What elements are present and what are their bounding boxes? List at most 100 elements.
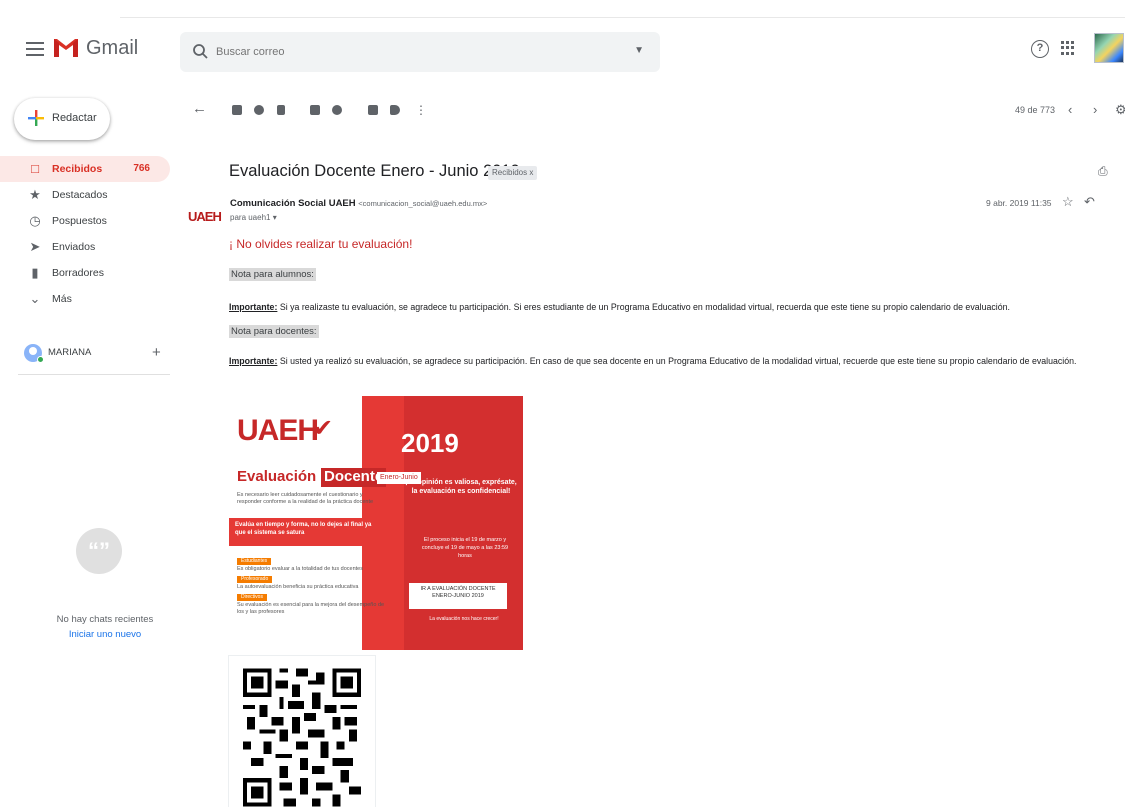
older-chevron-icon[interactable]: › bbox=[1093, 102, 1097, 117]
search-icon[interactable] bbox=[192, 43, 210, 61]
print-icon[interactable]: ⎙ bbox=[1098, 164, 1108, 179]
google-apps-icon[interactable] bbox=[1061, 41, 1075, 55]
chat-bubble-icon bbox=[76, 528, 122, 574]
pager-count: 49 de 773 bbox=[1015, 105, 1056, 115]
recipient-line[interactable]: para uaeh1 ▾ bbox=[230, 213, 277, 222]
account-avatar[interactable] bbox=[1094, 33, 1124, 63]
delete-icon[interactable] bbox=[274, 103, 288, 117]
no-chats-text: No hay chats recientes bbox=[56, 614, 154, 625]
online-status-icon bbox=[37, 356, 44, 363]
flyer-footer: La evaluación nos hace crecer! bbox=[429, 616, 499, 622]
teachers-header: Nota para docentes: bbox=[229, 325, 319, 338]
new-chat-plus-icon[interactable]: + bbox=[152, 344, 161, 361]
star-icon: ★ bbox=[29, 187, 41, 202]
students-header: Nota para alumnos: bbox=[229, 268, 316, 281]
qr-code-icon bbox=[243, 668, 361, 807]
sidebar-item-sent[interactable]: ➤ Enviados bbox=[0, 234, 170, 260]
flyer-tag-faculty: Profesorado bbox=[237, 576, 273, 583]
sidebar-item-more[interactable]: ⌄ Más bbox=[0, 286, 170, 312]
sidebar-item-starred[interactable]: ★ Destacados bbox=[0, 182, 170, 208]
unread-count: 766 bbox=[133, 163, 150, 174]
sidebar: Redactar □ Recibidos 766 ★ Destacados ◷ … bbox=[0, 98, 178, 807]
flyer-year: 2019 bbox=[401, 428, 459, 458]
message-view: ← ⋮ 49 de 773 ‹ › ⚙ Evaluación Docente E… bbox=[178, 98, 1125, 807]
app-name[interactable]: Gmail bbox=[86, 37, 138, 60]
report-spam-icon[interactable] bbox=[252, 103, 266, 117]
flyer-note-directors: Su evaluación es esencial para la mejora… bbox=[237, 602, 385, 615]
flyer-note-students: Es obligatorio evaluar a la totalidad de… bbox=[237, 566, 363, 572]
flyer-banner: Evalúa en tiempo y forma, no lo dejes al… bbox=[229, 518, 379, 546]
compose-label: Redactar bbox=[52, 112, 97, 124]
flyer-link-box: IR A EVALUACIÓN DOCENTE ENERO-JUNIO 2019 bbox=[409, 583, 507, 609]
folder-nav: □ Recibidos 766 ★ Destacados ◷ Pospuesto… bbox=[0, 156, 170, 312]
plus-icon bbox=[28, 110, 44, 126]
teachers-important: Importante: bbox=[229, 356, 278, 366]
reply-icon[interactable]: ↶ bbox=[1084, 194, 1095, 210]
flyer-note-faculty: La autoevaluación beneficia su práctica … bbox=[237, 584, 359, 590]
sender-line: Comunicación Social UAEH <comunicacion_s… bbox=[230, 198, 487, 209]
snooze-icon[interactable] bbox=[330, 103, 344, 117]
star-toggle-icon[interactable]: ☆ bbox=[1062, 194, 1074, 210]
search-bar[interactable]: ▼ bbox=[180, 32, 660, 72]
move-to-icon[interactable] bbox=[366, 103, 380, 117]
students-paragraph: Importante: Si ya realizaste tu evaluaci… bbox=[229, 302, 1010, 312]
sidebar-item-drafts[interactable]: ▮ Borradores bbox=[0, 260, 170, 286]
flyer-title-evaluacion: Evaluación bbox=[237, 468, 317, 485]
students-text: Si ya realizaste tu evaluación, se agrad… bbox=[277, 302, 1010, 312]
message-toolbar: ← ⋮ 49 de 773 ‹ › ⚙ bbox=[178, 98, 1125, 126]
sidebar-item-inbox[interactable]: □ Recibidos 766 bbox=[0, 156, 170, 182]
back-arrow-icon[interactable]: ← bbox=[192, 100, 207, 117]
newer-chevron-icon[interactable]: ‹ bbox=[1068, 102, 1072, 117]
students-important: Importante: bbox=[229, 302, 278, 312]
teachers-header-text: Nota para docentes: bbox=[229, 325, 319, 338]
sidebar-item-snoozed[interactable]: ◷ Pospuestos bbox=[0, 208, 170, 234]
message-date: 9 abr. 2019 11:35 bbox=[986, 198, 1052, 208]
sidebar-item-label: Pospuestos bbox=[52, 215, 107, 227]
mark-unread-icon[interactable] bbox=[308, 103, 322, 117]
more-options-icon[interactable]: ⋮ bbox=[414, 103, 428, 117]
flyer-dates: El proceso inicia el 19 de marzo y concl… bbox=[421, 537, 509, 559]
hamburger-menu-icon[interactable] bbox=[26, 42, 44, 56]
start-new-chat-link[interactable]: Iniciar uno nuevo bbox=[30, 629, 180, 640]
inbox-label-chip[interactable]: Recibidos x bbox=[488, 166, 538, 180]
sidebar-item-label: Enviados bbox=[52, 241, 96, 253]
label-icon[interactable] bbox=[388, 103, 402, 117]
qr-code-image[interactable] bbox=[229, 656, 375, 807]
gmail-window: Gmail ▼ ? Redactar □ bbox=[0, 0, 1125, 807]
help-icon[interactable]: ? bbox=[1031, 40, 1049, 58]
hangouts-user-name[interactable]: MARIANA bbox=[48, 347, 91, 358]
message-subject: Evaluación Docente Enero - Junio 2019 bbox=[229, 162, 520, 180]
flyer-tag-students: Estudiantes bbox=[237, 558, 272, 565]
flyer-quote: ¡Tu opinión es valiosa, exprésate, la ev… bbox=[405, 479, 517, 495]
draft-icon: ▮ bbox=[31, 265, 39, 280]
sender-avatar: UAEH bbox=[188, 209, 222, 224]
flyer-intro: Es necesario leer cuidadosamente el cues… bbox=[237, 492, 374, 505]
sender-name[interactable]: Comunicación Social UAEH bbox=[230, 198, 356, 209]
students-header-text: Nota para alumnos: bbox=[229, 268, 316, 281]
browser-edge bbox=[120, 0, 1125, 18]
gmail-logo-icon[interactable] bbox=[52, 33, 80, 61]
sender-email: <comunicacion_social@uaeh.edu.mx> bbox=[358, 199, 488, 208]
sidebar-item-label: Recibidos bbox=[52, 163, 103, 175]
teachers-text: Si usted ya realizó su evaluación, se ag… bbox=[277, 356, 1077, 366]
message-headline: ¡ No olvides realizar tu evaluación! bbox=[229, 237, 413, 251]
divider bbox=[18, 374, 170, 375]
search-options-icon[interactable]: ▼ bbox=[634, 45, 644, 56]
teachers-paragraph: Importante: Si usted ya realizó su evalu… bbox=[229, 356, 1076, 366]
check-seal-icon: ✔ bbox=[313, 415, 334, 442]
uaeh-logo: UAEH bbox=[237, 414, 319, 447]
evaluation-flyer-image[interactable]: UAEH ✔ 2019 Evaluación Docente Enero-Jun… bbox=[229, 396, 523, 650]
hangouts-user[interactable]: MARIANA + bbox=[24, 342, 174, 364]
compose-button[interactable]: Redactar bbox=[14, 98, 110, 140]
top-header: Gmail ▼ ? bbox=[0, 0, 1125, 98]
sidebar-item-label: Destacados bbox=[52, 189, 108, 201]
settings-gear-icon[interactable]: ⚙ bbox=[1115, 102, 1125, 118]
sidebar-item-label: Borradores bbox=[52, 267, 104, 279]
flyer-tag-directors: Directivos bbox=[237, 594, 267, 601]
clock-icon: ◷ bbox=[29, 213, 41, 228]
inbox-icon: □ bbox=[31, 161, 39, 176]
search-input[interactable] bbox=[216, 42, 596, 62]
recipient-text: para uaeh1 bbox=[230, 213, 271, 222]
archive-icon[interactable] bbox=[230, 103, 244, 117]
sidebar-item-label: Más bbox=[52, 293, 72, 305]
